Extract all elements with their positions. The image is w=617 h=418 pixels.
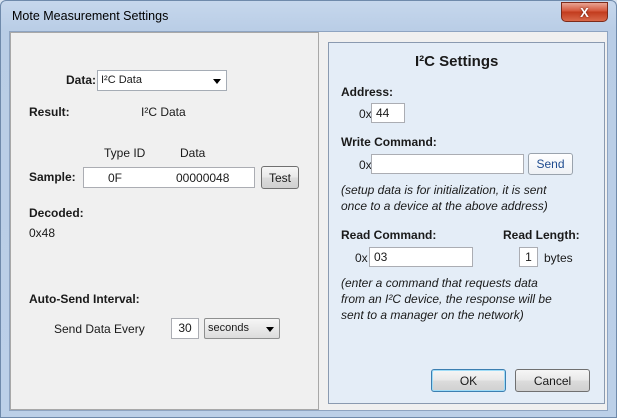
read-note-line-2: from an I²C device, the response will be xyxy=(341,292,552,306)
data-label: Data: xyxy=(66,73,97,87)
cancel-button[interactable]: Cancel xyxy=(515,369,590,392)
interval-unit-select[interactable]: seconds xyxy=(204,318,280,339)
write-command-label: Write Command: xyxy=(341,135,437,149)
test-button[interactable]: Test xyxy=(261,166,299,189)
sample-label: Sample: xyxy=(29,170,76,184)
title-bar[interactable]: Mote Measurement Settings X xyxy=(1,1,616,31)
type-id-header: Type ID xyxy=(104,146,146,160)
sample-input-group[interactable]: 0F 00000048 xyxy=(83,167,255,188)
write-note-line-1: (setup data is for initialization, it is… xyxy=(341,183,547,197)
ok-button[interactable]: OK xyxy=(431,369,506,392)
read-length-unit: bytes xyxy=(544,251,573,265)
type-id-value[interactable]: 0F xyxy=(108,171,122,185)
chevron-down-icon xyxy=(213,79,221,84)
result-label: Result: xyxy=(29,105,70,119)
read-command-input[interactable]: 03 xyxy=(369,247,473,267)
data-type-selected: I²C Data xyxy=(101,74,142,86)
measurement-panel: Data: I²C Data Result: I²C Data Type ID … xyxy=(10,32,319,410)
send-button[interactable]: Send xyxy=(528,153,573,175)
address-prefix: 0x xyxy=(359,107,372,121)
write-prefix: 0x xyxy=(359,158,372,172)
read-note-line-3: sent to a manager on the network) xyxy=(341,308,524,322)
result-value: I²C Data xyxy=(141,105,186,119)
dialog-body: Data: I²C Data Result: I²C Data Type ID … xyxy=(9,31,608,411)
window-title: Mote Measurement Settings xyxy=(12,9,169,23)
read-length-input[interactable]: 1 xyxy=(519,247,538,267)
i2c-settings-panel: I²C Settings Address: 0x 44 Write Comman… xyxy=(328,42,605,404)
address-label: Address: xyxy=(341,85,394,99)
decoded-value: 0x48 xyxy=(29,226,56,240)
write-command-input[interactable] xyxy=(371,154,524,174)
send-every-label: Send Data Every xyxy=(54,322,145,336)
close-icon: X xyxy=(580,4,589,20)
dialog-window: Mote Measurement Settings X Data: I²C Da… xyxy=(0,0,617,418)
read-command-label: Read Command: xyxy=(341,228,437,242)
panel-splitter[interactable] xyxy=(319,32,327,410)
interval-input[interactable]: 30 xyxy=(171,318,199,339)
test-button-label: Test xyxy=(268,170,291,185)
decoded-label: Decoded: xyxy=(29,206,84,220)
address-input[interactable]: 44 xyxy=(371,103,405,123)
interval-unit-selected: seconds xyxy=(208,322,249,334)
cancel-button-label: Cancel xyxy=(533,373,572,388)
chevron-down-icon xyxy=(266,327,274,332)
data-type-select[interactable]: I²C Data xyxy=(97,70,227,91)
data-header: Data xyxy=(180,146,206,160)
read-length-label: Read Length: xyxy=(503,228,580,242)
close-button[interactable]: X xyxy=(561,2,608,22)
auto-send-label: Auto-Send Interval: xyxy=(29,292,140,306)
i2c-settings-title: I²C Settings xyxy=(415,53,499,70)
ok-button-label: OK xyxy=(459,373,478,388)
read-prefix: 0x xyxy=(355,251,368,265)
send-button-label: Send xyxy=(536,157,565,171)
data-value[interactable]: 00000048 xyxy=(176,171,229,185)
write-note-line-2: once to a device at the above address) xyxy=(341,199,548,213)
read-note-line-1: (enter a command that requests data xyxy=(341,276,538,290)
